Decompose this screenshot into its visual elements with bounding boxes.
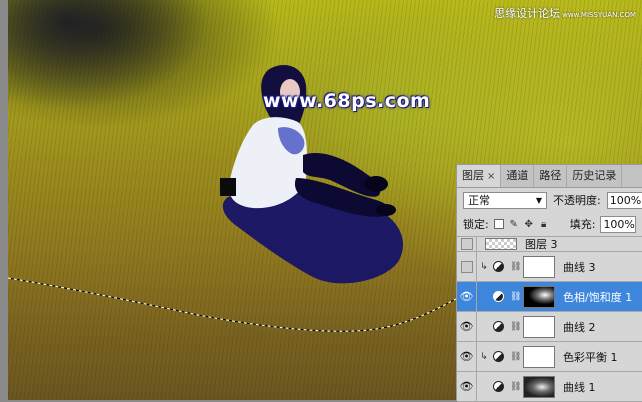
opacity-input[interactable]: 100%	[606, 191, 642, 209]
close-icon[interactable]: ×	[487, 171, 495, 182]
eye-icon: 👁︎	[459, 350, 474, 363]
link-chain-icon[interactable]: ⛓	[510, 382, 521, 392]
blend-row: 正常 ▼ 不透明度: 100%	[457, 188, 642, 212]
layer-row-curves3[interactable]: ↳ ⛓ 曲线 3	[457, 252, 642, 282]
adjustment-layer-icon	[493, 321, 504, 332]
layer-thumbnail	[485, 238, 517, 250]
link-chain-icon[interactable]: ⛓	[510, 292, 521, 302]
adjustment-layer-icon	[493, 351, 504, 362]
opacity-label: 不透明度:	[553, 194, 601, 207]
visibility-off-icon	[460, 238, 473, 250]
visibility-toggle[interactable]: 👁︎	[457, 372, 477, 401]
tab-history[interactable]: 历史记录	[567, 165, 623, 187]
visibility-toggle[interactable]	[457, 252, 477, 281]
layer-mask-thumbnail[interactable]	[523, 375, 555, 398]
layer-name: 色彩平衡 1	[563, 350, 618, 364]
fill-label: 填充:	[569, 218, 596, 231]
blend-mode-value: 正常	[468, 194, 490, 207]
eye-icon: 👁︎	[459, 380, 474, 393]
fill-input[interactable]: 100%	[600, 215, 637, 233]
layer-name: 曲线 2	[563, 320, 596, 334]
eye-icon: 👁︎	[459, 320, 474, 333]
layer-name: 曲线 3	[563, 260, 596, 274]
dropdown-arrow-icon: ▼	[535, 195, 542, 205]
layer-mask-thumbnail[interactable]	[523, 315, 555, 338]
visibility-off-icon	[460, 260, 473, 273]
layer-mask-thumbnail[interactable]	[523, 255, 555, 278]
clipping-arrow-icon: ↳	[480, 261, 488, 272]
layers-list: 图层 3 ↳ ⛓ 曲线 3 👁︎ ⛓ 色相/饱和度 1 👁︎ ⛓ 曲线 2 👁︎…	[457, 237, 642, 402]
blend-mode-select[interactable]: 正常 ▼	[463, 191, 547, 209]
adjustment-layer-icon	[493, 381, 504, 392]
visibility-toggle[interactable]: 👁︎	[457, 312, 477, 341]
eye-icon: 👁︎	[459, 290, 474, 303]
clipping-arrow-icon: ↳	[480, 351, 488, 362]
person-figure	[220, 65, 396, 217]
panel-tabs: 图层 × 通道 路径 历史记录	[457, 165, 642, 188]
layers-panel: 图层 × 通道 路径 历史记录 正常 ▼ 不透明度: 100% 锁定: ✎ ✥ 🔒…	[456, 164, 642, 402]
lock-position-move-icon[interactable]: ✥	[524, 219, 534, 230]
layer-row-curves2[interactable]: 👁︎ ⛓ 曲线 2	[457, 312, 642, 342]
site-brand-name: 思缘设计论坛	[494, 7, 561, 20]
lock-label: 锁定:	[463, 218, 489, 231]
layer-name: 图层 3	[525, 238, 558, 251]
tab-paths[interactable]: 路径	[534, 165, 568, 187]
visibility-toggle[interactable]	[457, 237, 477, 251]
layer-name: 色相/饱和度 1	[563, 290, 633, 304]
tree-shadow	[8, 0, 208, 110]
lock-image-brush-icon[interactable]: ✎	[509, 219, 519, 230]
layer-mask-thumbnail[interactable]	[523, 285, 555, 308]
layer-name: 曲线 1	[563, 380, 596, 394]
visibility-toggle[interactable]: 👁︎	[457, 282, 477, 311]
layer-row-hue-saturation1[interactable]: 👁︎ ⛓ 色相/饱和度 1	[457, 282, 642, 312]
tab-channels[interactable]: 通道	[501, 165, 535, 187]
site-brand-url: www.MISSYUAN.COM	[562, 11, 636, 19]
layer-mask-thumbnail[interactable]	[523, 345, 555, 368]
tab-layers-label: 图层	[462, 169, 484, 182]
site-brand: 思缘设计论坛 www.MISSYUAN.COM	[494, 5, 636, 21]
tab-layers[interactable]: 图层 ×	[457, 165, 502, 187]
link-chain-icon[interactable]: ⛓	[510, 352, 521, 362]
layer-row-curves1[interactable]: 👁︎ ⛓ 曲线 1	[457, 372, 642, 402]
visibility-toggle[interactable]: 👁︎	[457, 342, 477, 371]
layer-row-color-balance1[interactable]: 👁︎ ↳ ⛓ 色彩平衡 1	[457, 342, 642, 372]
lock-row: 锁定: ✎ ✥ 🔒︎ 填充: 100%	[457, 212, 642, 237]
lock-all-icon[interactable]: 🔒︎	[539, 219, 549, 230]
watermark-text: www.68ps.com	[263, 90, 431, 112]
adjustment-layer-icon	[493, 261, 504, 272]
layer-row-layer3[interactable]: 图层 3	[457, 237, 642, 252]
lock-transparency-icon[interactable]	[493, 219, 504, 229]
link-chain-icon[interactable]: ⛓	[510, 262, 521, 272]
link-chain-icon[interactable]: ⛓	[510, 322, 521, 332]
adjustment-layer-icon	[493, 291, 504, 302]
